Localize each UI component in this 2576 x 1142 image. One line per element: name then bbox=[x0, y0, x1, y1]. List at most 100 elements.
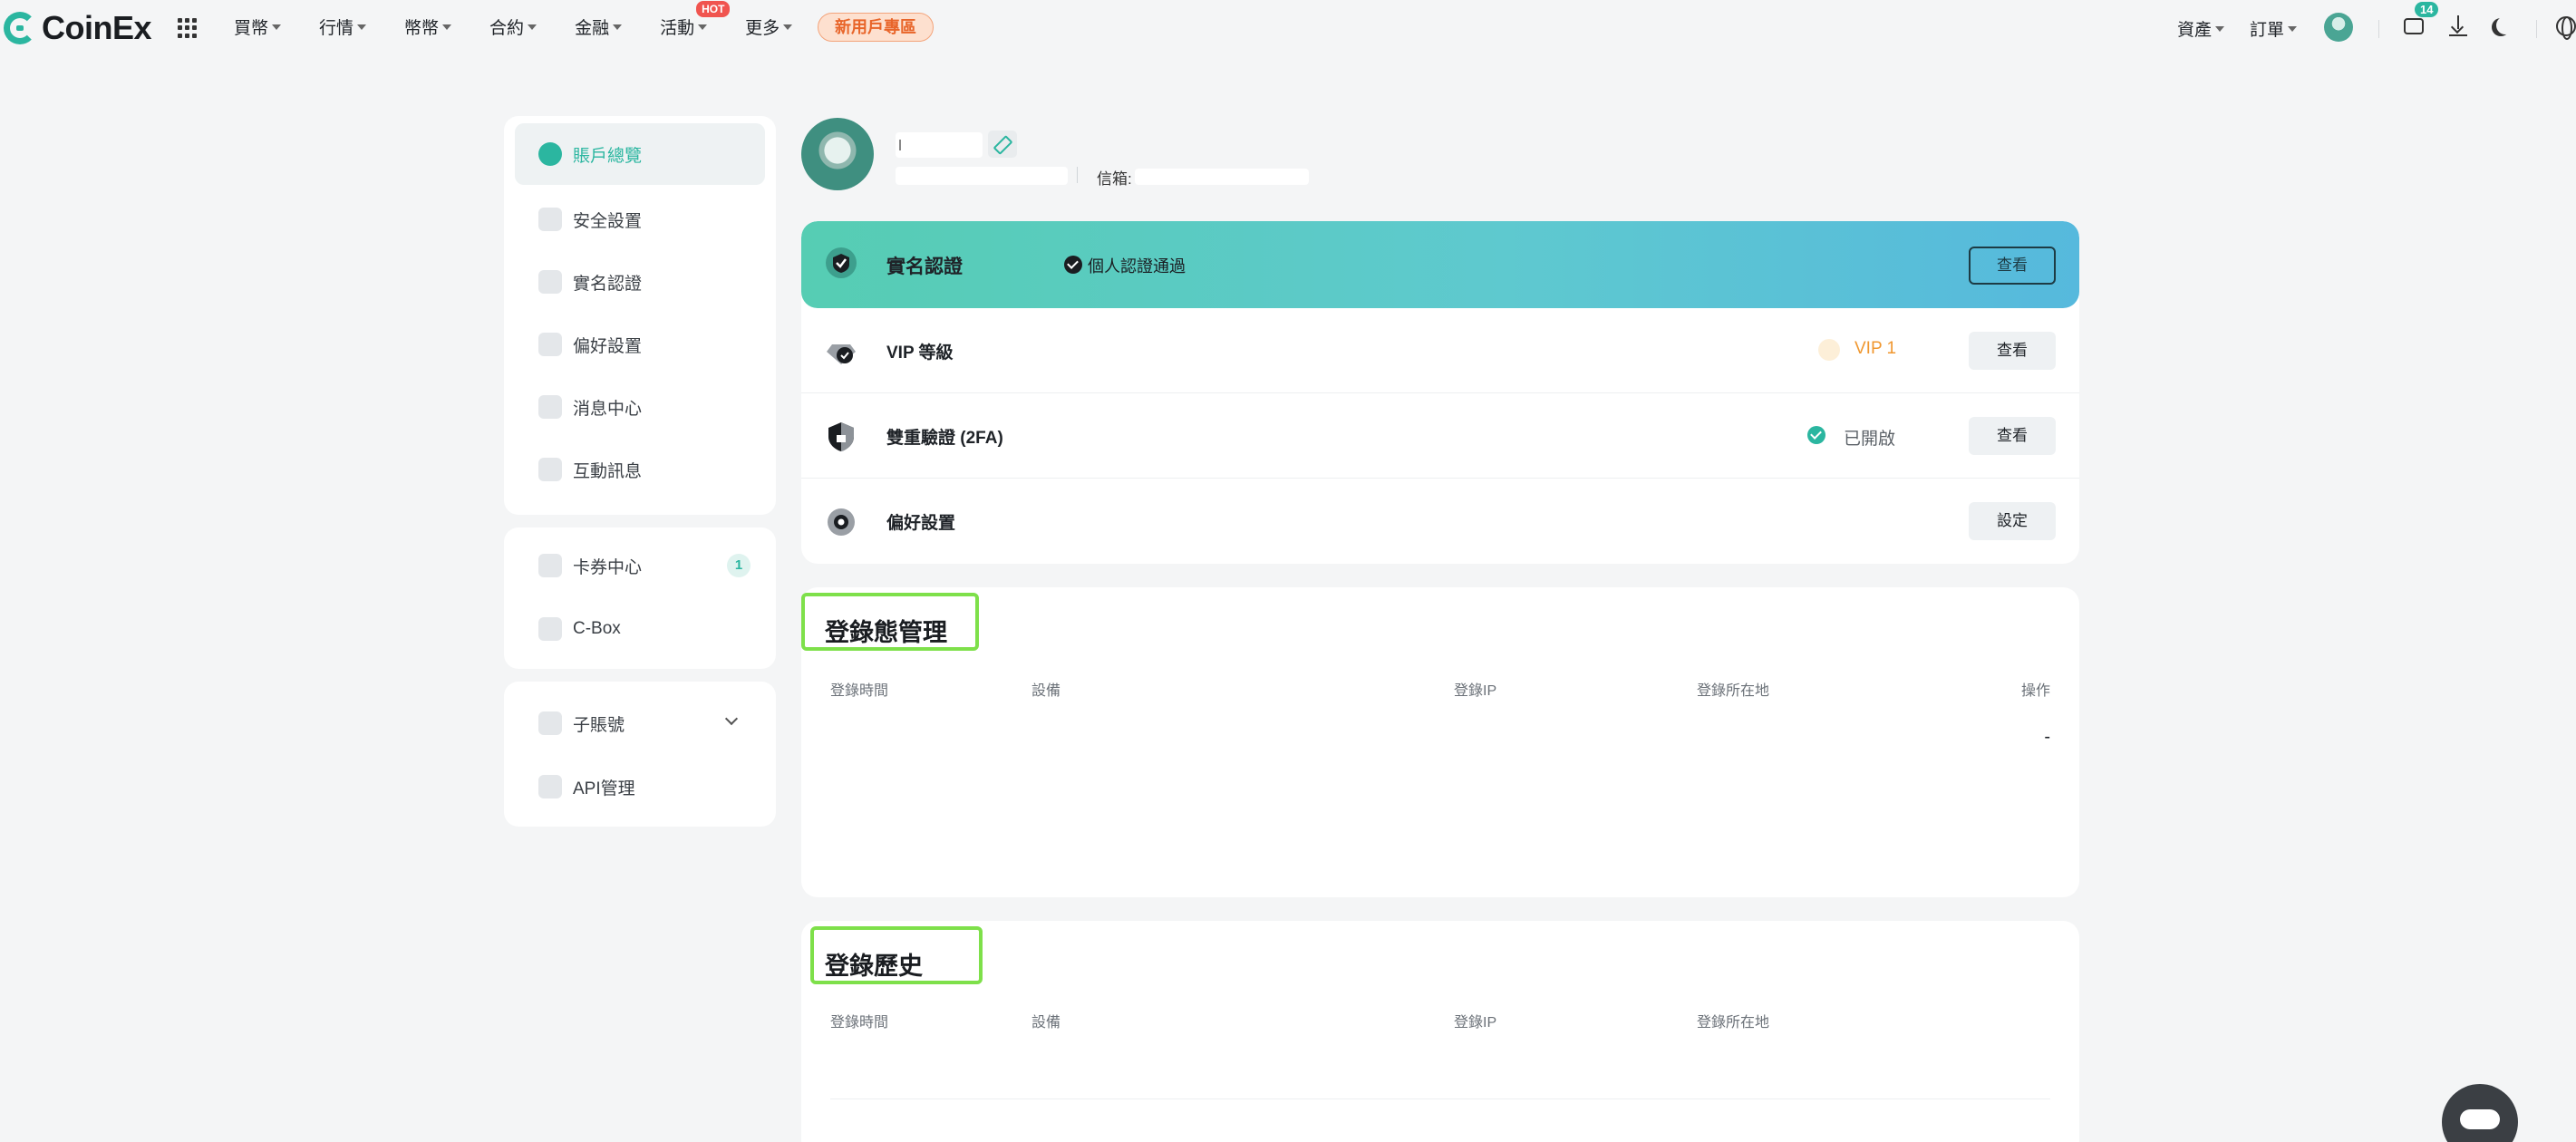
sidebar-item-label: API管理 bbox=[573, 779, 635, 798]
sidebar-item-coupons[interactable]: 卡券中心 1 bbox=[515, 535, 765, 596]
email-value bbox=[1135, 169, 1309, 185]
nav-finance[interactable]: 金融 bbox=[575, 15, 623, 39]
kyc-row: 實名認證 個人認證通過 查看 bbox=[801, 221, 2079, 308]
chevron-down-icon bbox=[2215, 25, 2225, 32]
sidebar-item-label: 消息中心 bbox=[573, 399, 643, 419]
chevron-down-icon bbox=[357, 24, 367, 30]
pie-chart-icon bbox=[538, 142, 562, 166]
twofa-status: 已開啟 bbox=[1844, 430, 1896, 449]
column-header: 登錄所在地 bbox=[1697, 1015, 1770, 1031]
vip-title: VIP 等級 bbox=[886, 344, 954, 363]
twofa-view-button[interactable]: 查看 bbox=[1969, 417, 2056, 455]
kyc-status: 個人認證通過 bbox=[1088, 257, 1186, 276]
new-user-promo-button[interactable]: 新用戶專區 bbox=[818, 13, 934, 42]
api-icon bbox=[538, 775, 562, 798]
nickname-field[interactable] bbox=[896, 132, 983, 158]
coinex-logo[interactable]: CoinEx bbox=[4, 9, 152, 47]
sidebar-group-account: 賬戶總覽 安全設置 實名認證 偏好設置 消息中心 互動訊息 bbox=[504, 116, 776, 515]
nav-assets[interactable]: 資產 bbox=[2177, 16, 2225, 41]
sidebar-item-api[interactable]: API管理 bbox=[515, 756, 765, 818]
sidebar-group-accounts: 子賬號 API管理 bbox=[504, 682, 776, 827]
sidebar-item-interactions[interactable]: 互動訊息 bbox=[515, 439, 765, 500]
chevron-down-icon bbox=[698, 24, 708, 30]
row-divider bbox=[830, 1098, 2050, 1099]
vip-view-button[interactable]: 查看 bbox=[1969, 332, 2056, 370]
chevron-down-icon bbox=[442, 24, 452, 30]
kyc-view-button[interactable]: 查看 bbox=[1969, 247, 2056, 285]
sidebar-item-kyc[interactable]: 實名認證 bbox=[515, 251, 765, 313]
login-state-title: 登錄態管理 bbox=[825, 619, 947, 646]
edit-nickname-button[interactable] bbox=[988, 131, 1017, 158]
message-icon bbox=[538, 395, 562, 419]
preferences-icon bbox=[538, 333, 562, 356]
shield-icon bbox=[538, 208, 562, 231]
column-header: 操作 bbox=[2020, 683, 2050, 699]
login-history-title: 登錄歷史 bbox=[825, 953, 923, 980]
sidebar-item-messages[interactable]: 消息中心 bbox=[515, 376, 765, 438]
account-settings-card: 實名認證 個人認證通過 查看 VIP 等級 VIP 1 查看 雙重驗證 (2FA… bbox=[801, 221, 2079, 564]
twofa-row: 雙重驗證 (2FA) 已開啟 查看 bbox=[801, 393, 2079, 479]
sidebar-item-label: 互動訊息 bbox=[573, 461, 643, 481]
user-avatar[interactable] bbox=[2324, 13, 2353, 42]
kyc-title: 實名認證 bbox=[886, 256, 963, 277]
check-circle-icon bbox=[1807, 426, 1825, 444]
login-history-card: 登錄歷史 登錄時間 設備 登錄IP 登錄所在地 bbox=[801, 921, 2079, 1142]
nav-buy-crypto[interactable]: 買幣 bbox=[234, 15, 282, 39]
nav-orders[interactable]: 訂單 bbox=[2250, 16, 2298, 41]
twofa-title: 雙重驗證 (2FA) bbox=[886, 429, 1003, 448]
nav-divider bbox=[2536, 20, 2537, 38]
sidebar-item-preferences[interactable]: 偏好設置 bbox=[515, 314, 765, 375]
vip-diamond-icon bbox=[827, 344, 856, 364]
chat-bubbles-icon bbox=[538, 458, 562, 481]
sidebar-item-account-overview[interactable]: 賬戶總覽 bbox=[515, 123, 765, 185]
chevron-down-icon[interactable] bbox=[724, 711, 739, 726]
email-label: 信箱: bbox=[1097, 170, 1132, 188]
column-header: 設備 bbox=[1031, 683, 1061, 699]
sidebar-group-rewards: 卡券中心 1 C-Box bbox=[504, 527, 776, 669]
chevron-down-icon bbox=[2288, 25, 2298, 32]
hot-badge: HOT bbox=[696, 1, 731, 17]
sidebar-item-cbox[interactable]: C-Box bbox=[515, 598, 765, 660]
kyc-verified-icon bbox=[826, 247, 857, 278]
column-header: 登錄所在地 bbox=[1697, 683, 1770, 699]
vip-level: VIP 1 bbox=[1855, 339, 1897, 358]
vip-gem-icon bbox=[1818, 339, 1840, 361]
sidebar-item-security[interactable]: 安全設置 bbox=[515, 189, 765, 250]
chevron-down-icon bbox=[528, 24, 537, 30]
profile-divider bbox=[1077, 167, 1078, 183]
profile-avatar[interactable] bbox=[801, 118, 874, 190]
sidebar-item-label: 安全設置 bbox=[573, 211, 643, 231]
notification-icon[interactable] bbox=[2404, 18, 2424, 34]
top-navigation: CoinEx 買幣 行情 幣幣 合約 金融 活動 HOT 更多 新用戶專區 資產 … bbox=[0, 0, 2576, 56]
action-cell: - bbox=[2044, 727, 2050, 747]
cbox-icon bbox=[538, 617, 562, 641]
sub-account-icon bbox=[538, 711, 562, 735]
sidebar-item-label: 賬戶總覽 bbox=[573, 146, 643, 166]
vip-row: VIP 等級 VIP 1 查看 bbox=[801, 308, 2079, 393]
check-circle-icon bbox=[1064, 256, 1082, 274]
nav-markets[interactable]: 行情 bbox=[319, 15, 367, 39]
column-header: 登錄時間 bbox=[830, 1015, 889, 1031]
coupon-count-badge: 1 bbox=[727, 554, 751, 577]
nav-spot[interactable]: 幣幣 bbox=[404, 15, 452, 39]
chevron-down-icon bbox=[613, 24, 623, 30]
nav-activities[interactable]: 活動 HOT bbox=[660, 1, 731, 39]
sidebar-item-sub-account[interactable]: 子賬號 bbox=[515, 692, 765, 754]
coupon-icon bbox=[538, 554, 562, 577]
dark-mode-icon[interactable] bbox=[2496, 16, 2514, 34]
sidebar-item-label: 子賬號 bbox=[573, 715, 625, 735]
chevron-down-icon bbox=[272, 24, 282, 30]
gear-icon bbox=[828, 508, 855, 536]
language-globe-icon[interactable] bbox=[2556, 16, 2576, 40]
preferences-title: 偏好設置 bbox=[886, 514, 956, 533]
column-header: 設備 bbox=[1031, 1015, 1061, 1031]
nav-more[interactable]: 更多 bbox=[745, 15, 793, 39]
nav-futures[interactable]: 合約 bbox=[489, 15, 537, 39]
app-grid-icon[interactable] bbox=[178, 18, 198, 38]
id-verify-icon bbox=[538, 270, 562, 294]
notification-count-badge: 14 bbox=[2415, 2, 2439, 17]
support-chat-button[interactable] bbox=[2442, 1084, 2518, 1142]
user-id-value bbox=[896, 167, 1068, 185]
nav-divider bbox=[2378, 20, 2379, 38]
preferences-set-button[interactable]: 設定 bbox=[1969, 502, 2056, 540]
